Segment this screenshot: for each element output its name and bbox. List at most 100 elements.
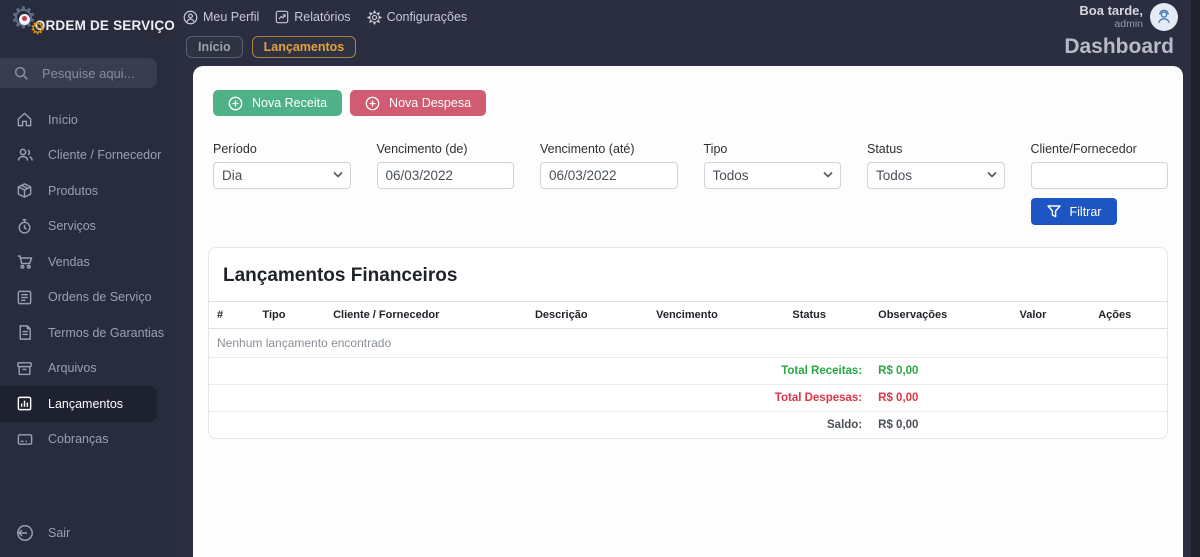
sidebar-item-label: Produtos bbox=[48, 183, 99, 198]
menu-item-meu-perfil[interactable]: Meu Perfil bbox=[183, 10, 259, 25]
sidebar: ⚙ ⚙ ORDEM DE SERVIÇO Início Cliente / Fo… bbox=[0, 0, 175, 557]
package-icon bbox=[15, 181, 34, 200]
filter-label: Status bbox=[867, 142, 903, 156]
filter-label: Cliente/Fornecedor bbox=[1030, 142, 1137, 156]
stopwatch-icon bbox=[15, 217, 34, 236]
column-header[interactable]: Observações bbox=[870, 301, 1012, 329]
topbar: Meu Perfil Relatórios Configurações Boa … bbox=[175, 0, 1200, 32]
archive-icon bbox=[15, 359, 34, 378]
periodo-select[interactable]: Dia bbox=[213, 162, 351, 189]
sidebar-item-label: Arquivos bbox=[48, 361, 97, 376]
scrollbar-track[interactable] bbox=[1191, 0, 1200, 557]
empty-message: Nenhum lançamento encontrado bbox=[209, 328, 1167, 358]
column-header[interactable]: Tipo bbox=[254, 301, 326, 329]
sidebar-item-label: Vendas bbox=[48, 254, 90, 269]
sidebar-item-sair[interactable]: Sair bbox=[0, 516, 157, 552]
sidebar-item-label: Lançamentos bbox=[48, 396, 124, 411]
column-header[interactable]: # bbox=[209, 301, 255, 329]
topbar-menu: Meu Perfil Relatórios Configurações bbox=[183, 9, 468, 25]
sidebar-item-arquivos[interactable]: Arquivos bbox=[0, 351, 157, 387]
greeting-text: Boa tarde, bbox=[1079, 2, 1143, 18]
app-title: ORDEM DE SERVIÇO bbox=[34, 17, 175, 33]
button-label: Filtrar bbox=[1069, 204, 1102, 219]
home-icon bbox=[15, 110, 34, 129]
sidebar-item-label: Início bbox=[48, 112, 78, 127]
sidebar-item-label: Ordens de Serviço bbox=[48, 290, 152, 305]
column-header[interactable]: Cliente / Fornecedor bbox=[325, 301, 527, 329]
order-list-icon bbox=[15, 288, 34, 307]
table-row: Nenhum lançamento encontrado bbox=[209, 328, 1167, 358]
total-label: Saldo: bbox=[827, 419, 863, 431]
lancamentos-card: Lançamentos Financeiros # Tipo Cliente /… bbox=[208, 247, 1168, 439]
sidebar-item-produtos[interactable]: Produtos bbox=[0, 173, 157, 209]
search-icon bbox=[14, 66, 28, 80]
total-despesas-row: Total Despesas: R$ 0,00 bbox=[209, 384, 1167, 412]
column-header[interactable]: Valor bbox=[1011, 301, 1091, 329]
sidebar-item-ordens-de-servico[interactable]: Ordens de Serviço bbox=[0, 280, 157, 316]
nova-despesa-button[interactable]: Nova Despesa bbox=[350, 90, 487, 116]
sidebar-item-label: Termos de Garantias bbox=[48, 325, 165, 340]
vencimento-de-input[interactable] bbox=[376, 162, 514, 189]
total-label: Total Receitas: bbox=[209, 357, 871, 385]
filter-vencimento-ate: Vencimento (até) bbox=[540, 142, 678, 189]
action-buttons: Nova Receita Nova Despesa bbox=[213, 90, 1168, 116]
page-title: Dashboard bbox=[1064, 35, 1174, 58]
username: admin bbox=[1114, 18, 1143, 31]
tab-inicio[interactable]: Início bbox=[186, 36, 243, 58]
total-value: R$ 0,00 bbox=[870, 384, 1167, 412]
person-circle-icon bbox=[183, 10, 198, 24]
total-receitas-row: Total Receitas: R$ 0,00 bbox=[209, 357, 1167, 385]
sidebar-item-termos-de-garantias[interactable]: Termos de Garantias bbox=[0, 315, 164, 351]
sidebar-item-lancamentos[interactable]: Lançamentos bbox=[0, 386, 157, 422]
app-logo[interactable]: ⚙ ⚙ ORDEM DE SERVIÇO bbox=[0, 0, 175, 50]
button-label: Nova Despesa bbox=[389, 96, 472, 110]
table-header-row: # Tipo Cliente / Fornecedor Descrição Ve… bbox=[209, 301, 1167, 329]
sidebar-item-inicio[interactable]: Início bbox=[0, 102, 157, 138]
bar-chart-icon bbox=[15, 394, 34, 413]
tipo-select[interactable]: Todos bbox=[703, 162, 841, 189]
tabs-row: Início Lançamentos Dashboard bbox=[175, 32, 1200, 62]
total-label: Total Despesas: bbox=[209, 384, 871, 412]
column-header[interactable]: Ações bbox=[1090, 301, 1167, 329]
menu-item-label: Relatórios bbox=[294, 10, 351, 24]
vencimento-ate-input[interactable] bbox=[540, 162, 678, 189]
app-window: ⚙ ⚙ ORDEM DE SERVIÇO Início Cliente / Fo… bbox=[0, 0, 1200, 557]
filter-status: Status Todos bbox=[867, 142, 1005, 189]
button-label: Nova Receita bbox=[252, 96, 328, 110]
avatar[interactable] bbox=[1150, 3, 1178, 31]
menu-item-label: Configurações bbox=[386, 10, 468, 24]
column-header[interactable]: Vencimento bbox=[648, 301, 785, 329]
tab-lancamentos[interactable]: Lançamentos bbox=[251, 36, 357, 58]
filtrar-button[interactable]: Filtrar bbox=[1030, 198, 1118, 225]
filter-label: Vencimento (de) bbox=[376, 142, 468, 156]
filter-label: Período bbox=[213, 142, 257, 156]
nova-receita-button[interactable]: Nova Receita bbox=[213, 90, 343, 116]
sidebar-item-label: Sair bbox=[48, 526, 71, 541]
menu-item-configuracoes[interactable]: Configurações bbox=[366, 9, 468, 25]
filter-tipo: Tipo Todos bbox=[703, 142, 841, 189]
column-header[interactable]: Descrição bbox=[526, 301, 649, 329]
report-icon bbox=[276, 10, 289, 24]
sidebar-item-vendas[interactable]: Vendas bbox=[0, 244, 157, 280]
logout-icon bbox=[15, 524, 34, 543]
sidebar-item-cobrancas[interactable]: Cobranças bbox=[0, 422, 157, 458]
sidebar-item-servicos[interactable]: Serviços bbox=[0, 209, 157, 245]
status-select[interactable]: Todos bbox=[867, 162, 1005, 189]
gear-icon bbox=[366, 9, 382, 25]
cliente-fornecedor-input[interactable] bbox=[1030, 162, 1168, 189]
menu-item-relatorios[interactable]: Relatórios bbox=[275, 10, 351, 24]
card-title: Lançamentos Financeiros bbox=[223, 265, 458, 286]
gears-logo-icon: ⚙ ⚙ bbox=[10, 4, 45, 44]
filter-periodo: Período Dia bbox=[213, 142, 351, 189]
sidebar-item-label: Serviços bbox=[48, 219, 96, 234]
sidebar-item-cliente-fornecedor[interactable]: Cliente / Fornecedor bbox=[0, 138, 161, 174]
sidebar-item-label: Cliente / Fornecedor bbox=[48, 148, 162, 163]
menu-item-label: Meu Perfil bbox=[203, 10, 260, 24]
gear-person-dot bbox=[22, 16, 27, 21]
admin-headset-icon bbox=[1158, 9, 1170, 24]
sidebar-search bbox=[0, 58, 157, 88]
sidebar-menu: Início Cliente / Fornecedor Produtos Ser… bbox=[0, 102, 175, 457]
column-header[interactable]: Status bbox=[784, 301, 871, 329]
funnel-icon bbox=[1046, 205, 1061, 218]
filter-vencimento-de: Vencimento (de) bbox=[376, 142, 514, 189]
